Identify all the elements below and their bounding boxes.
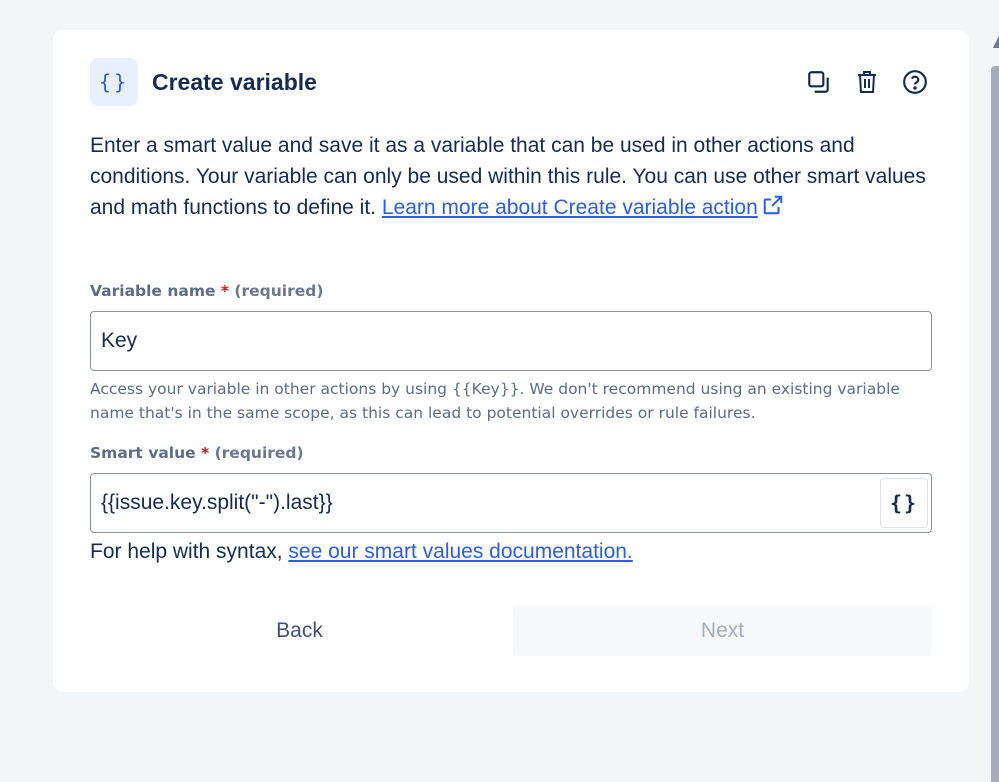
description: Enter a smart value and save it as a var… [90,130,930,223]
curly-braces-icon: {} [90,58,138,106]
smart-value-label-text: Smart value [90,444,196,462]
insert-smart-value-button[interactable]: {} [880,478,928,528]
variable-name-label: Variable name * (required) [90,282,323,300]
required-asterisk: * [201,444,210,462]
back-button[interactable]: Back [90,606,509,656]
required-text: (required) [234,282,324,300]
smart-value-value: {{issue.key.split("-").last}} [101,491,333,514]
learn-more-link[interactable]: Learn more about Create variable action [382,196,758,219]
syntax-help-text: For help with syntax, [90,540,289,563]
smart-value-input[interactable]: {{issue.key.split("-").last}} {} [90,473,932,533]
create-variable-panel: {} Create variable Enter a smart value a… [53,30,969,692]
variable-name-input[interactable]: Key [90,311,932,371]
variable-name-value: Key [101,329,138,352]
required-asterisk: * [220,282,230,300]
variable-name-help: Access your variable in other actions by… [90,380,900,422]
page-title: Create variable [152,68,317,95]
syntax-help: For help with syntax, see our smart valu… [90,540,633,564]
variable-name-label-text: Variable name [90,282,216,300]
scrollbar[interactable] [991,66,999,782]
duplicate-icon [808,71,829,93]
panel-header: {} Create variable [90,58,932,106]
delete-button[interactable] [850,65,884,99]
required-text: (required) [214,444,304,462]
smart-values-docs-link[interactable]: see our smart values documentation. [288,540,632,563]
duplicate-button[interactable] [802,65,836,99]
help-icon [903,70,927,94]
external-link-icon [763,195,783,215]
delete-icon [858,71,876,93]
next-button[interactable]: Next [513,606,932,656]
help-button[interactable] [898,65,932,99]
smart-value-label: Smart value * (required) [90,444,304,462]
scroll-up-arrow[interactable] [993,36,999,48]
header-actions [802,65,932,99]
